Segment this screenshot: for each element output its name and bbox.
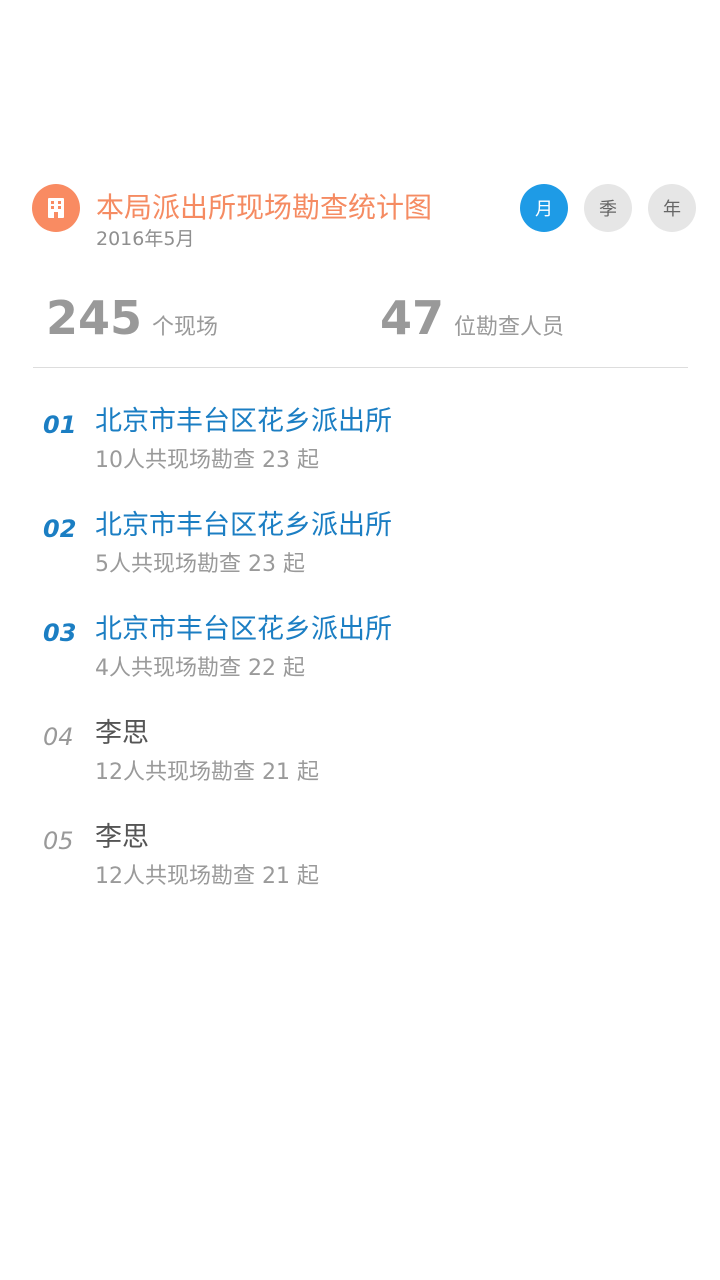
divider bbox=[33, 367, 688, 368]
personnel-count-label: 位勘查人员 bbox=[454, 315, 565, 340]
station-name: 北京市丰台区花乡派出所 bbox=[95, 406, 392, 437]
station-name: 北京市丰台区花乡派出所 bbox=[95, 510, 392, 541]
building-icon bbox=[32, 184, 80, 232]
station-name: 北京市丰台区花乡派出所 bbox=[95, 614, 392, 645]
survey-detail: 12人共现场勘查 21 起 bbox=[95, 760, 319, 785]
person-name: 李思 bbox=[95, 718, 149, 749]
survey-detail: 12人共现场勘查 21 起 bbox=[95, 864, 319, 889]
survey-detail: 5人共现场勘查 23 起 bbox=[95, 552, 305, 577]
person-name: 李思 bbox=[95, 822, 149, 853]
rank-number: 01 bbox=[43, 411, 77, 439]
period-tabs: 月 季 年 bbox=[504, 184, 696, 232]
report-header: 本局派出所现场勘查统计图 2016年5月 月 季 年 bbox=[32, 184, 696, 256]
summary-stats: 245 个现场 47 位勘查人员 bbox=[46, 288, 688, 348]
page-title: 本局派出所现场勘查统计图 bbox=[96, 191, 433, 224]
rank-number: 05 bbox=[43, 827, 74, 855]
list-item[interactable]: 01 北京市丰台区花乡派出所 10人共现场勘查 23 起 bbox=[0, 400, 720, 504]
building-icon-glyph bbox=[48, 198, 64, 218]
survey-detail: 4人共现场勘查 22 起 bbox=[95, 656, 305, 681]
scene-count-stat: 245 个现场 bbox=[46, 288, 218, 358]
list-item[interactable]: 02 北京市丰台区花乡派出所 5人共现场勘查 23 起 bbox=[0, 504, 720, 608]
personnel-count-stat: 47 位勘查人员 bbox=[380, 288, 564, 358]
rank-number: 03 bbox=[43, 619, 77, 647]
tab-year[interactable]: 年 bbox=[648, 184, 696, 232]
list-item[interactable]: 04 李思 12人共现场勘查 21 起 bbox=[0, 712, 720, 816]
rank-number: 04 bbox=[43, 723, 74, 751]
tab-month[interactable]: 月 bbox=[520, 184, 568, 232]
scene-count-label: 个现场 bbox=[152, 315, 219, 340]
tab-quarter[interactable]: 季 bbox=[584, 184, 632, 232]
report-period: 2016年5月 bbox=[96, 228, 195, 250]
list-item[interactable]: 05 李思 12人共现场勘查 21 起 bbox=[0, 816, 720, 920]
list-item[interactable]: 03 北京市丰台区花乡派出所 4人共现场勘查 22 起 bbox=[0, 608, 720, 712]
ranking-list: 01 北京市丰台区花乡派出所 10人共现场勘查 23 起 02 北京市丰台区花乡… bbox=[0, 400, 720, 920]
personnel-count: 47 bbox=[380, 291, 445, 345]
rank-number: 02 bbox=[43, 515, 77, 543]
scene-count: 245 bbox=[46, 291, 143, 345]
survey-detail: 10人共现场勘查 23 起 bbox=[95, 448, 319, 473]
